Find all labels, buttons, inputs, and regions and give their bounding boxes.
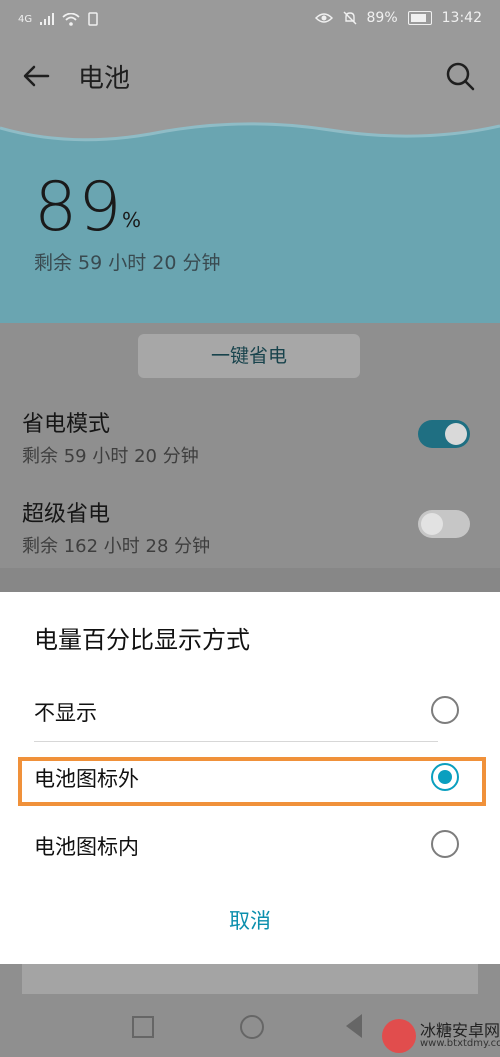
- status-bar: 4G 89% 13:42: [0, 0, 500, 44]
- option-inside-icon[interactable]: 电池图标内: [0, 810, 500, 876]
- status-right: 89% 13:42: [314, 10, 482, 26]
- dialog-title: 电量百分比显示方式: [34, 626, 250, 654]
- power-saving-mode-subtitle: 剩余 59 小时 20 分钟: [22, 446, 199, 467]
- recent-apps-icon[interactable]: [132, 1016, 154, 1038]
- status-left: 4G: [18, 12, 98, 26]
- mute-bell-icon: [343, 11, 357, 25]
- power-saving-mode-toggle[interactable]: [418, 420, 470, 448]
- cancel-button[interactable]: 取消: [0, 905, 500, 935]
- radio-button[interactable]: [431, 696, 459, 724]
- watermark-url: www.btxtdmy.com: [420, 1038, 500, 1049]
- battery-remaining-time: 剩余 59 小时 20 分钟: [34, 252, 221, 274]
- back-button[interactable]: [20, 58, 56, 94]
- wave-decoration: [0, 108, 500, 142]
- arrow-left-icon: [23, 65, 50, 87]
- page-title: 电池: [78, 64, 131, 94]
- signal-icon: [40, 13, 55, 25]
- toggle-knob: [421, 513, 443, 535]
- one-key-save-button[interactable]: 一键省电: [138, 334, 360, 378]
- search-button[interactable]: [442, 58, 478, 94]
- highlight-box: [18, 757, 486, 806]
- battery-percent-value: 89: [34, 168, 123, 247]
- section-divider: [0, 568, 500, 594]
- toggle-knob: [445, 423, 467, 445]
- radio-button[interactable]: [431, 830, 459, 858]
- background-card: [22, 964, 478, 994]
- option-divider: [34, 741, 438, 742]
- network-indicator: 4G: [18, 13, 33, 25]
- wifi-icon: [62, 12, 80, 26]
- power-saving-mode-title: 省电模式: [22, 412, 111, 437]
- ultra-power-saving-toggle[interactable]: [418, 510, 470, 538]
- status-time: 13:42: [441, 10, 482, 26]
- sim-icon: [88, 12, 98, 26]
- status-battery-percent: 89%: [366, 10, 398, 26]
- battery-icon: [407, 11, 432, 25]
- app-header: 电池: [0, 44, 500, 108]
- ultra-power-saving-title: 超级省电: [22, 502, 111, 527]
- option-hide[interactable]: 不显示: [0, 676, 500, 742]
- search-icon: [446, 62, 475, 91]
- home-icon[interactable]: [240, 1015, 264, 1039]
- option-label: 电池图标内: [34, 835, 139, 859]
- eye-icon: [314, 13, 333, 23]
- ultra-power-saving-subtitle: 剩余 162 小时 28 分钟: [22, 536, 211, 557]
- battery-percent-unit: %: [122, 208, 142, 232]
- option-label: 不显示: [34, 701, 97, 725]
- nav-back-icon[interactable]: [346, 1014, 362, 1038]
- watermark-logo-icon: [382, 1019, 416, 1053]
